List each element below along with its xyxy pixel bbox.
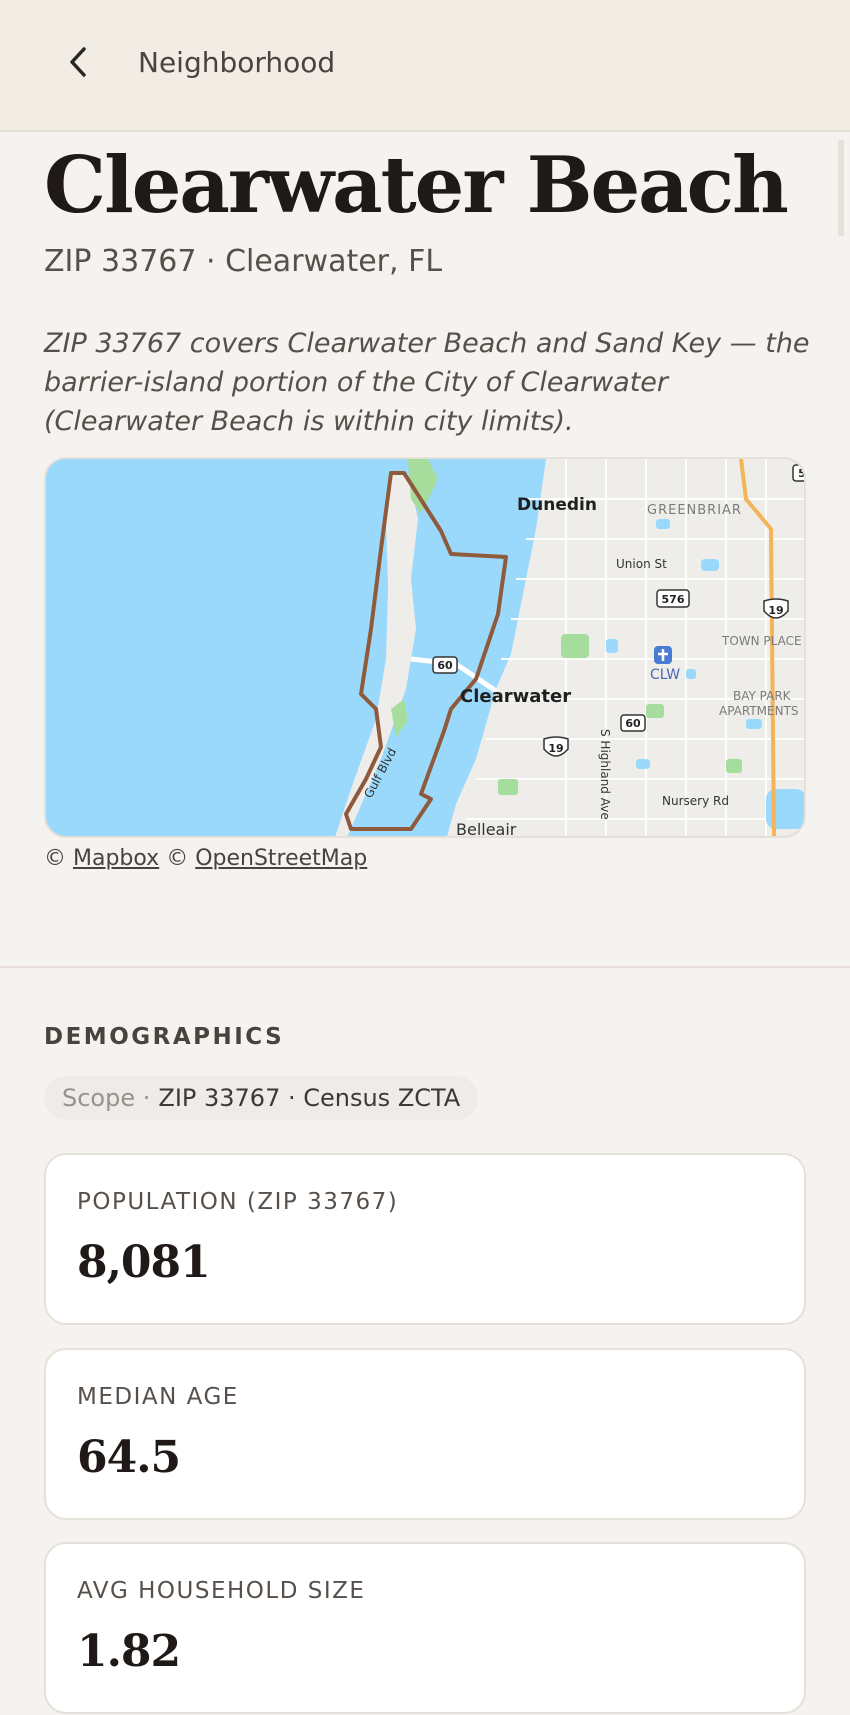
stat-card-household-size: AVG HOUSEHOLD SIZE 1.82 <box>44 1542 806 1714</box>
stat-label: POPULATION (ZIP 33767) <box>77 1189 399 1215</box>
scope-chip: Scope · ZIP 33767 · Census ZCTA <box>44 1076 479 1120</box>
openstreetmap-link[interactable]: OpenStreetMap <box>195 846 367 871</box>
map-attribution: © Mapbox © OpenStreetMap <box>44 846 367 871</box>
svg-text:TOWN PLACE: TOWN PLACE <box>721 634 802 648</box>
back-button[interactable] <box>56 40 100 84</box>
header-title: Neighborhood <box>138 46 336 79</box>
svg-text:CLW: CLW <box>650 667 680 683</box>
svg-text:Clearwater: Clearwater <box>460 686 571 707</box>
svg-text:60: 60 <box>437 659 453 672</box>
scope-value: ZIP 33767 · Census ZCTA <box>158 1084 461 1112</box>
scope-label: Scope · <box>62 1084 151 1112</box>
stat-value: 1.82 <box>77 1626 181 1677</box>
svg-text:19: 19 <box>548 742 563 755</box>
svg-text:Dunedin: Dunedin <box>517 495 597 515</box>
svg-text:BAY PARK: BAY PARK <box>733 689 792 703</box>
stat-value: 64.5 <box>77 1432 181 1483</box>
svg-text:S Highland Ave: S Highland Ave <box>598 729 612 820</box>
page-subtitle: ZIP 33767 · Clearwater, FL <box>44 244 443 279</box>
stat-value: 8,081 <box>77 1237 211 1288</box>
stat-label: MEDIAN AGE <box>77 1384 239 1410</box>
airport-icon <box>654 646 672 664</box>
svg-text:Nursery Rd: Nursery Rd <box>662 794 729 808</box>
svg-text:576: 576 <box>662 593 685 606</box>
svg-text:Belleair: Belleair <box>456 820 517 838</box>
demographics-heading: DEMOGRAPHICS <box>44 1024 285 1050</box>
svg-text:Union St: Union St <box>616 557 667 571</box>
page-title: Clearwater Beach <box>44 140 789 231</box>
svg-text:60: 60 <box>625 717 641 730</box>
mapbox-link[interactable]: Mapbox <box>73 846 159 871</box>
stat-card-median-age: MEDIAN AGE 64.5 <box>44 1348 806 1520</box>
svg-text:APARTMENTS: APARTMENTS <box>719 704 799 718</box>
svg-text:GREENBRIAR: GREENBRIAR <box>647 503 742 518</box>
attribution-copyright: © <box>44 846 66 871</box>
stat-card-population: POPULATION (ZIP 33767) 8,081 <box>44 1153 806 1325</box>
scrollbar[interactable] <box>838 140 844 236</box>
section-divider <box>0 966 850 968</box>
top-app-bar: Neighborhood <box>0 0 850 132</box>
svg-text:19: 19 <box>768 604 783 617</box>
stat-label: AVG HOUSEHOLD SIZE <box>77 1578 366 1604</box>
chevron-left-icon <box>70 47 86 77</box>
page-description: ZIP 33767 covers Clearwater Beach and Sa… <box>44 328 810 437</box>
attribution-copyright-2: © <box>166 846 189 871</box>
neighborhood-map[interactable]: 576 19 60 60 19 5 Dunedin GREENBRIAR Uni… <box>44 457 806 838</box>
svg-text:5: 5 <box>798 467 806 480</box>
